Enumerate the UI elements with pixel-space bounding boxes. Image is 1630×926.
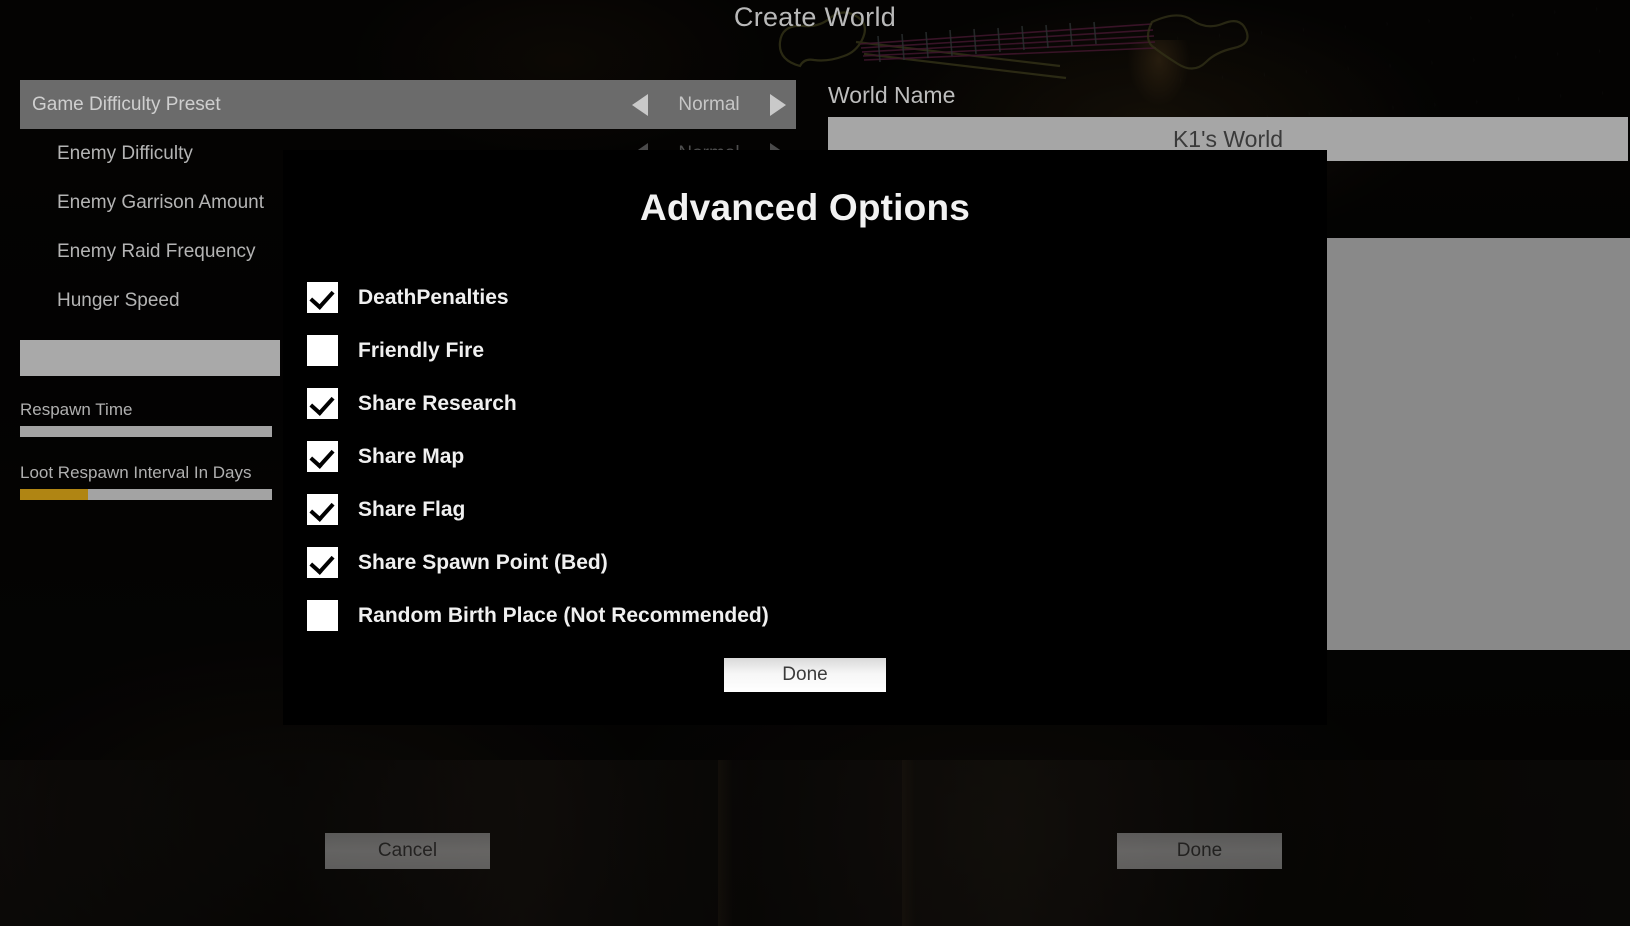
option-row-friendly-fire[interactable]: Friendly Fire <box>307 324 484 377</box>
checkbox-unchecked-icon[interactable] <box>307 335 338 366</box>
checkbox-checked-icon[interactable] <box>307 547 338 578</box>
slider-label: Loot Respawn Interval In Days <box>20 463 252 482</box>
slider-track[interactable] <box>20 426 272 437</box>
option-label: Share Research <box>358 391 517 415</box>
setting-spinner: Normal <box>632 93 786 116</box>
world-name-label: World Name <box>828 82 956 108</box>
slider-track[interactable] <box>20 489 272 500</box>
slider-fill <box>20 489 89 500</box>
done-button[interactable]: Done <box>1117 833 1282 869</box>
option-row-share-research[interactable]: Share Research <box>307 377 517 430</box>
slider-label: Respawn Time <box>20 400 133 419</box>
option-row-share-spawn-point[interactable]: Share Spawn Point (Bed) <box>307 536 608 589</box>
option-row-random-birth-place[interactable]: Random Birth Place (Not Recommended) <box>307 589 769 642</box>
option-label: Share Flag <box>358 497 466 521</box>
advanced-options-dialog: Advanced Options DeathPenalties Friendly… <box>283 150 1327 725</box>
dialog-done-button[interactable]: Done <box>724 658 886 692</box>
game-screen: Create World Game Difficulty Preset Norm… <box>0 0 1630 926</box>
setting-label: Enemy Raid Frequency <box>57 240 256 262</box>
option-label: Friendly Fire <box>358 338 485 362</box>
setting-bar-unlabeled[interactable] <box>20 340 282 376</box>
option-label: Random Birth Place (Not Recommended) <box>358 603 769 627</box>
advanced-options-list: DeathPenalties Friendly Fire Share Resea… <box>283 271 1327 642</box>
setting-label: Enemy Garrison Amount <box>57 191 264 213</box>
setting-label: Game Difficulty Preset <box>32 93 221 115</box>
slider-bar[interactable] <box>20 340 280 376</box>
option-row-share-map[interactable]: Share Map <box>307 430 464 483</box>
option-label: DeathPenalties <box>358 285 509 309</box>
checkbox-checked-icon[interactable] <box>307 441 338 472</box>
setting-value: Normal <box>678 93 740 115</box>
setting-row-game-difficulty-preset[interactable]: Game Difficulty Preset Normal <box>20 80 796 129</box>
page-title: Create World <box>733 2 897 32</box>
checkbox-checked-icon[interactable] <box>307 282 338 313</box>
arrow-right-icon[interactable] <box>770 93 786 116</box>
dialog-footer: Done <box>283 658 1327 692</box>
checkbox-checked-icon[interactable] <box>307 494 338 525</box>
option-row-share-flag[interactable]: Share Flag <box>307 483 465 536</box>
slider-loot-respawn-interval: Loot Respawn Interval In Days <box>20 463 282 500</box>
checkbox-unchecked-icon[interactable] <box>307 600 338 631</box>
option-label: Share Map <box>358 444 465 468</box>
arrow-left-icon[interactable] <box>632 93 648 116</box>
setting-label: Hunger Speed <box>57 289 180 311</box>
dialog-title: Advanced Options <box>639 187 971 228</box>
option-label: Share Spawn Point (Bed) <box>358 550 608 574</box>
cancel-button[interactable]: Cancel <box>325 833 490 869</box>
checkbox-checked-icon[interactable] <box>307 388 338 419</box>
slider-respawn-time: Respawn Time <box>20 400 282 437</box>
setting-label: Enemy Difficulty <box>57 142 193 164</box>
option-row-deathpenalties[interactable]: DeathPenalties <box>307 271 509 324</box>
